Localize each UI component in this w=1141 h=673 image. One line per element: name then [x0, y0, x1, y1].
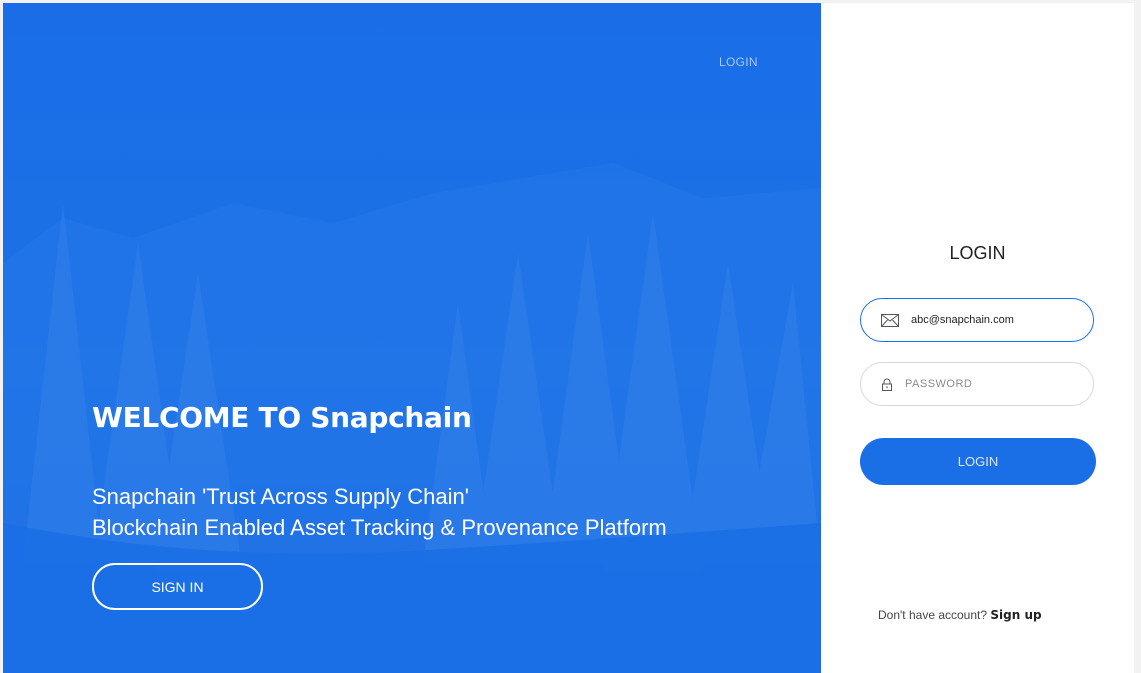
sign-in-button[interactable]: SIGN IN	[92, 563, 263, 610]
nav-login-link[interactable]: LOGIN	[719, 55, 758, 69]
password-field[interactable]	[860, 362, 1094, 406]
tagline-line-1: Snapchain 'Trust Across Supply Chain'	[92, 484, 469, 509]
tagline: Snapchain 'Trust Across Supply Chain' Bl…	[92, 481, 667, 543]
mail-icon	[881, 313, 899, 327]
tagline-line-2: Blockchain Enabled Asset Tracking & Prov…	[92, 515, 667, 540]
email-field[interactable]	[860, 298, 1094, 342]
signup-link[interactable]: Sign up	[990, 608, 1041, 622]
password-input[interactable]	[905, 378, 1075, 390]
welcome-heading: WELCOME TO Snapchain	[92, 401, 472, 434]
signup-prompt-text: Don't have account?	[878, 608, 988, 622]
lock-icon	[882, 378, 892, 391]
hero-section: LOGIN WELCOME TO Snapchain Snapchain 'Tr…	[3, 3, 821, 673]
login-button[interactable]: LOGIN	[860, 438, 1096, 485]
signup-prompt: Don't have account? Sign up	[878, 608, 1042, 622]
login-panel: LOGIN LOGIN Don't have account? Sign up	[821, 3, 1134, 673]
window-right-edge	[1134, 0, 1141, 673]
login-title: LOGIN	[949, 243, 1006, 263]
email-input[interactable]	[911, 314, 1081, 326]
